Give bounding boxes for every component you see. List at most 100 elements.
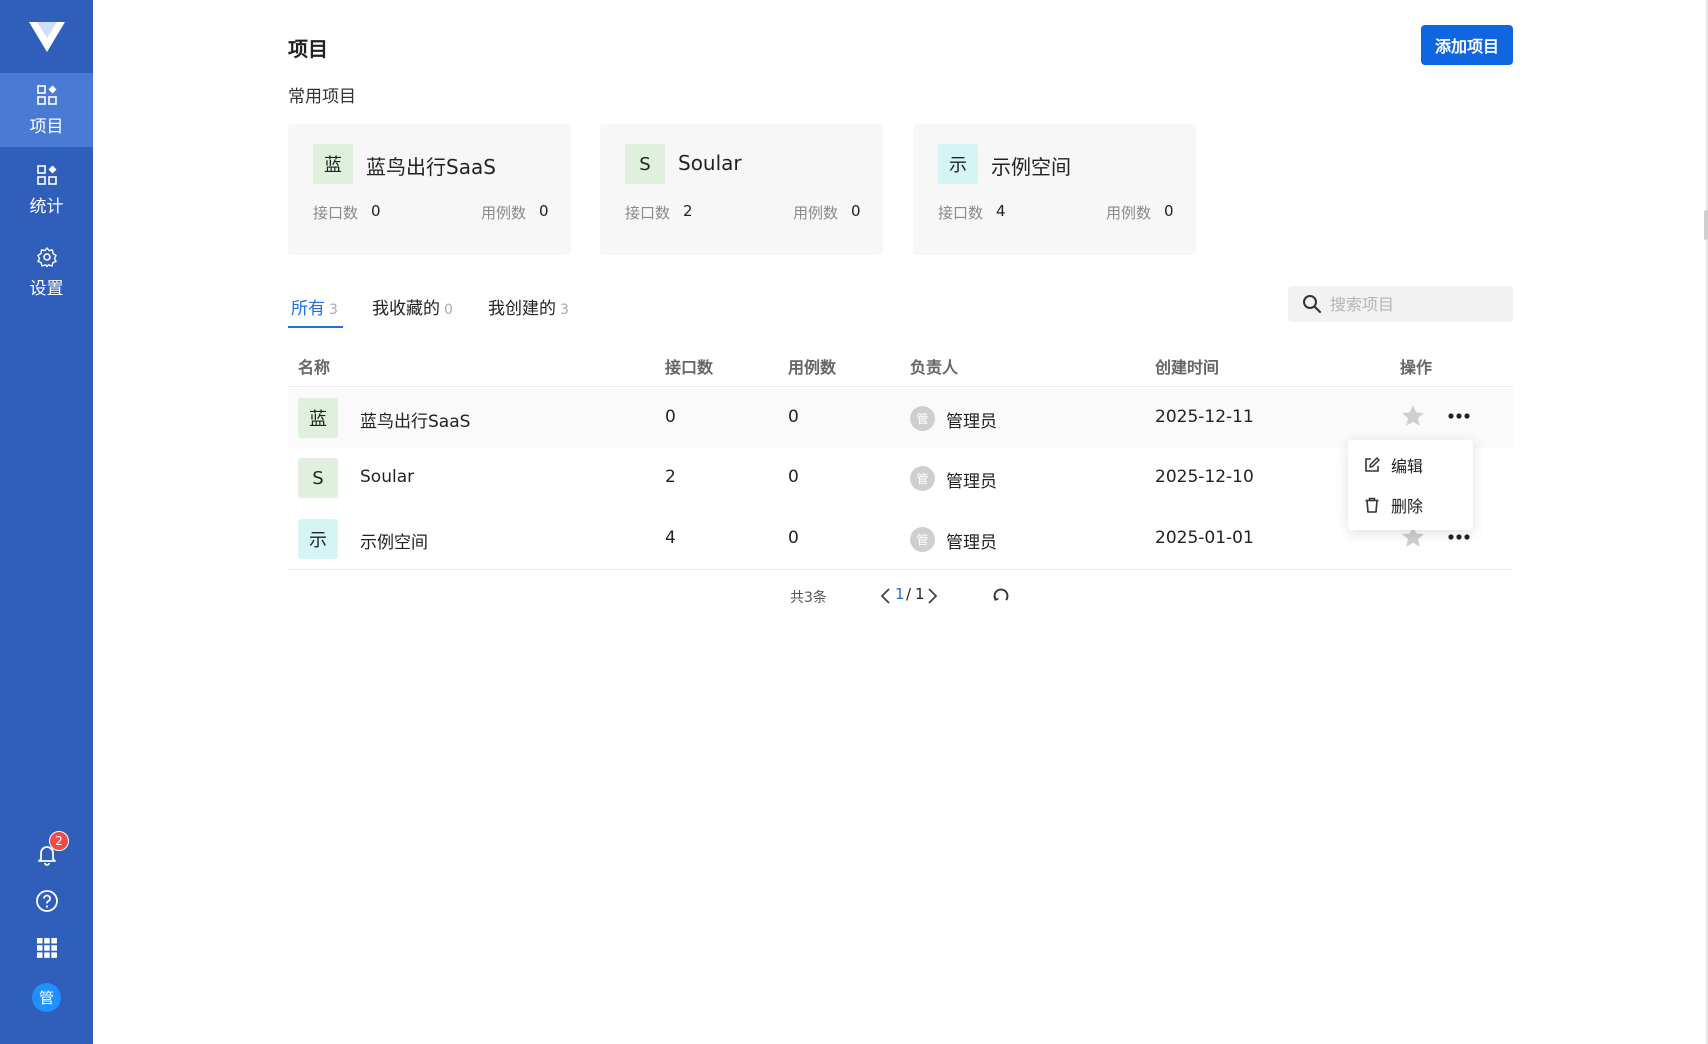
pagination-total: 共3条 bbox=[790, 590, 827, 606]
search-icon bbox=[1303, 295, 1322, 314]
column-header-case-count: 用例数 bbox=[788, 358, 837, 377]
pagination-pages: 1 bbox=[915, 585, 925, 603]
menu-item-label: 删除 bbox=[1391, 497, 1424, 516]
sidebar-item-label: 项目 bbox=[29, 116, 64, 137]
grid-icon bbox=[36, 938, 57, 958]
case-count-value: 0 bbox=[851, 202, 861, 220]
project-card-name: Soular bbox=[678, 151, 742, 175]
project-badge: S bbox=[298, 458, 338, 498]
tab-count: 3 bbox=[329, 302, 338, 318]
pagination-separator: / bbox=[906, 585, 912, 603]
case-count-value: 0 bbox=[539, 202, 549, 220]
more-icon[interactable] bbox=[1446, 406, 1472, 426]
owner-avatar: 管 bbox=[910, 406, 935, 431]
project-badge: 蓝 bbox=[313, 144, 353, 184]
add-project-button[interactable]: 添加项目 bbox=[1421, 25, 1513, 65]
column-header-name: 名称 bbox=[298, 358, 331, 377]
owner-avatar: 管 bbox=[910, 527, 935, 552]
api-count-label: 接口数 bbox=[625, 204, 671, 222]
sidebar-item-settings[interactable]: 设置 bbox=[0, 235, 93, 309]
sidebar-item-projects[interactable]: 项目 bbox=[0, 73, 93, 147]
project-name[interactable]: Soular bbox=[360, 467, 414, 487]
case-count-value: 0 bbox=[1164, 202, 1174, 220]
pagination-current[interactable]: 1 bbox=[895, 585, 905, 603]
project-badge: 示 bbox=[298, 519, 338, 559]
project-card-name: 示例空间 bbox=[991, 155, 1071, 179]
star-icon[interactable] bbox=[1400, 403, 1426, 429]
gear-icon bbox=[36, 246, 57, 267]
project-name[interactable]: 蓝鸟出行SaaS bbox=[360, 407, 470, 432]
header-divider bbox=[288, 386, 1513, 387]
more-icon[interactable] bbox=[1446, 527, 1472, 547]
frequent-projects-title: 常用项目 bbox=[288, 87, 356, 107]
help-button[interactable] bbox=[0, 889, 93, 913]
project-card[interactable]: S Soular 接口数 2 用例数 0 bbox=[600, 124, 883, 255]
search-input[interactable] bbox=[1328, 293, 1512, 315]
project-card-name: 蓝鸟出行SaaS bbox=[366, 155, 496, 179]
sidebar-item-label: 设置 bbox=[29, 278, 64, 299]
case-count: 0 bbox=[788, 528, 799, 548]
project-badge: 蓝 bbox=[298, 398, 338, 438]
refresh-icon[interactable] bbox=[992, 587, 1010, 605]
project-card[interactable]: 蓝 蓝鸟出行SaaS 接口数 0 用例数 0 bbox=[288, 124, 571, 255]
row-action-menu: 编辑 删除 bbox=[1348, 440, 1473, 530]
api-count-value: 4 bbox=[996, 202, 1006, 220]
scrollbar-thumb[interactable] bbox=[1704, 210, 1708, 240]
table-row[interactable]: S Soular 2 0 管 管理员 2025-12-10 bbox=[288, 448, 1513, 508]
case-count-label: 用例数 bbox=[481, 204, 527, 222]
table-row[interactable]: 蓝 蓝鸟出行SaaS 0 0 管 管理员 2025-12-11 bbox=[288, 388, 1513, 448]
search-box[interactable] bbox=[1288, 286, 1513, 322]
sidebar: 项目 统计 设置 2 管 bbox=[0, 0, 93, 1044]
help-icon bbox=[35, 890, 58, 912]
table-row[interactable]: 示 示例空间 4 0 管 管理员 2025-01-01 bbox=[288, 509, 1513, 569]
created-date: 2025-12-10 bbox=[1155, 467, 1254, 487]
sidebar-item-label: 统计 bbox=[29, 196, 64, 217]
created-date: 2025-12-11 bbox=[1155, 407, 1254, 427]
project-card[interactable]: 示 示例空间 接口数 4 用例数 0 bbox=[913, 124, 1196, 255]
project-badge: S bbox=[625, 144, 665, 184]
notification-badge: 2 bbox=[49, 831, 69, 851]
apps-grid-button[interactable] bbox=[0, 937, 93, 959]
api-count: 2 bbox=[665, 467, 676, 487]
notifications-button[interactable] bbox=[0, 842, 93, 866]
api-count: 4 bbox=[665, 528, 676, 548]
tab-count: 0 bbox=[444, 302, 453, 318]
tab-count: 3 bbox=[560, 302, 569, 318]
apps-icon bbox=[36, 164, 57, 185]
project-name[interactable]: 示例空间 bbox=[360, 528, 428, 553]
owner-avatar: 管 bbox=[910, 466, 935, 491]
created-date: 2025-01-01 bbox=[1155, 528, 1254, 548]
menu-item-delete[interactable]: 删除 bbox=[1348, 485, 1473, 525]
active-tab-indicator bbox=[288, 326, 343, 328]
api-count-value: 0 bbox=[371, 202, 381, 220]
tab-favorites[interactable]: 我收藏的 0 bbox=[372, 294, 453, 319]
menu-item-label: 编辑 bbox=[1391, 457, 1424, 476]
tab-label: 所有 bbox=[291, 299, 325, 319]
column-header-actions: 操作 bbox=[1400, 358, 1433, 377]
tab-all[interactable]: 所有 3 bbox=[291, 294, 338, 319]
trash-icon bbox=[1365, 497, 1379, 513]
sidebar-item-statistics[interactable]: 统计 bbox=[0, 153, 93, 227]
owner-name: 管理员 bbox=[946, 533, 997, 553]
owner-name: 管理员 bbox=[946, 472, 997, 492]
case-count: 0 bbox=[788, 407, 799, 427]
project-badge: 示 bbox=[938, 144, 978, 184]
case-count: 0 bbox=[788, 467, 799, 487]
api-count-value: 2 bbox=[683, 202, 693, 220]
apps-icon bbox=[36, 84, 57, 105]
edit-icon bbox=[1365, 457, 1380, 472]
column-header-owner: 负责人 bbox=[910, 358, 959, 377]
case-count-label: 用例数 bbox=[1106, 204, 1152, 222]
user-avatar[interactable]: 管 bbox=[32, 983, 61, 1012]
chevron-left-icon[interactable] bbox=[879, 587, 891, 605]
chevron-right-icon[interactable] bbox=[927, 587, 939, 605]
tab-label: 我创建的 bbox=[488, 299, 556, 319]
api-count-label: 接口数 bbox=[938, 204, 984, 222]
column-header-created: 创建时间 bbox=[1155, 358, 1220, 377]
tab-created[interactable]: 我创建的 3 bbox=[488, 294, 569, 319]
menu-item-edit[interactable]: 编辑 bbox=[1348, 445, 1473, 485]
app-logo-icon[interactable] bbox=[27, 18, 67, 56]
tab-label: 我收藏的 bbox=[372, 299, 440, 319]
api-count-label: 接口数 bbox=[313, 204, 359, 222]
owner-name: 管理员 bbox=[946, 412, 997, 432]
